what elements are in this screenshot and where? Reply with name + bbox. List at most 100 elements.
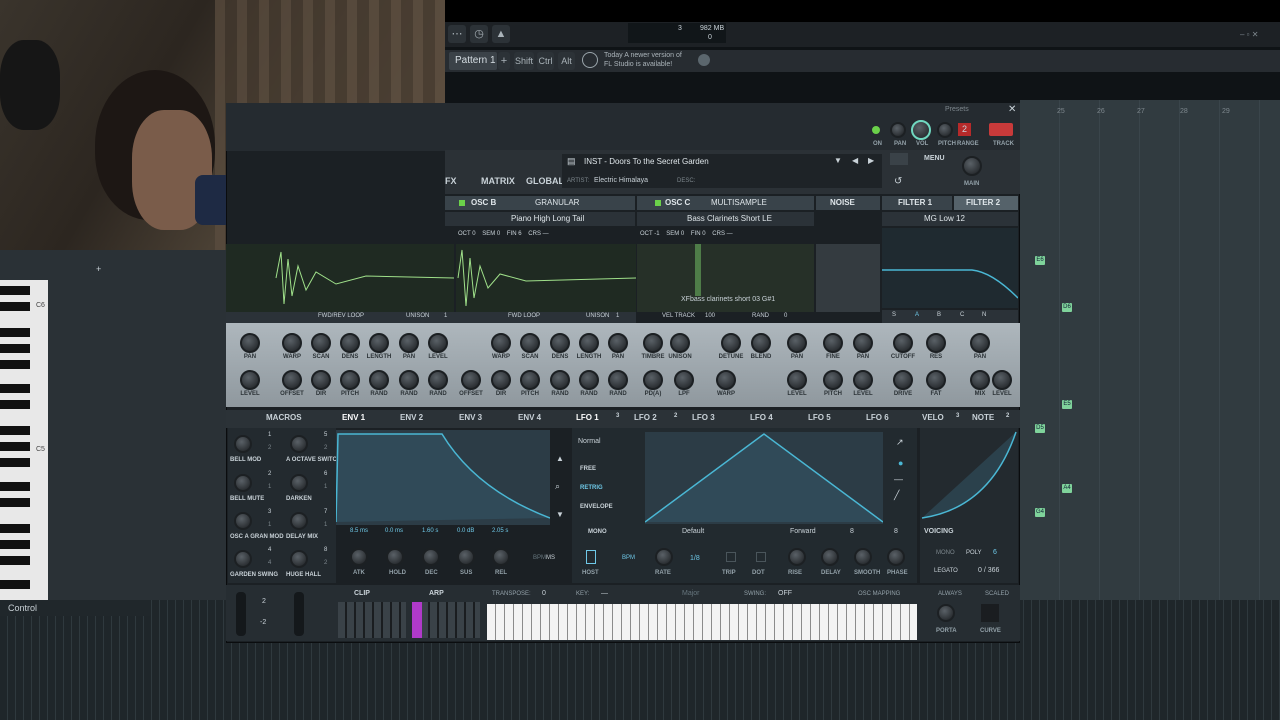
osc-a-waveform[interactable] — [226, 244, 455, 312]
knob-knobs_b2-1[interactable] — [282, 370, 302, 390]
osc-c-sem[interactable]: 0 — [681, 231, 684, 237]
lfo-line-icon[interactable]: — — [894, 474, 903, 484]
voicing-poly[interactable]: POLY — [966, 550, 982, 556]
osc-b-crs[interactable]: — — [543, 231, 549, 237]
snap-icon[interactable]: ⋯ — [448, 25, 466, 43]
macro-knob-1[interactable] — [234, 435, 252, 453]
playlist-note[interactable]: D6 — [1062, 303, 1072, 312]
lfo1-graph[interactable] — [644, 432, 884, 524]
macro-label[interactable]: BELL MUTE — [230, 496, 264, 502]
osc-mapping-label[interactable]: OSC MAPPING — [858, 591, 900, 597]
osc-c-loop[interactable]: FWD LOOP — [508, 313, 540, 319]
knob-knobs_noise2-0[interactable] — [823, 370, 843, 390]
tab-macros[interactable]: MACROS — [266, 413, 302, 422]
key-value[interactable]: — — [601, 590, 608, 597]
pattern-selector[interactable]: Pattern 1 — [449, 52, 497, 70]
knob-knobs_mid2-2[interactable] — [716, 370, 736, 390]
lfo-knob-4[interactable] — [788, 548, 806, 566]
scaled-label[interactable]: SCALED — [985, 591, 1009, 597]
env-knob-1[interactable] — [386, 548, 404, 566]
filter1-title[interactable]: FILTER 1 — [898, 196, 932, 210]
knob-knobs_noise-0[interactable] — [823, 333, 843, 353]
knob-knobs_c-0[interactable] — [491, 333, 511, 353]
tab-lfo2[interactable]: LFO 2 — [634, 413, 657, 422]
knob-knobs_mid2-3[interactable] — [787, 370, 807, 390]
lfo-retrig[interactable]: RETRIG — [580, 485, 603, 491]
macro-label[interactable]: DELAY MIX — [286, 534, 318, 540]
knob-knobs_c-3[interactable] — [579, 333, 599, 353]
close-icon[interactable]: ✕ — [1008, 104, 1016, 115]
preset-display[interactable]: ▤ INST - Doors To the Secret Garden ▼ ◀ … — [562, 154, 882, 188]
playlist-note[interactable]: E5 — [1062, 400, 1072, 409]
tab-lfo1[interactable]: LFO 1 — [576, 413, 599, 422]
lfo-knob-1[interactable] — [655, 548, 673, 566]
pitch-knob[interactable] — [937, 122, 953, 138]
osc-b-fin[interactable]: 6 — [518, 231, 521, 237]
tab-fx[interactable]: FX — [445, 176, 457, 186]
env-down-icon[interactable]: ▼ — [556, 510, 564, 519]
macro-knob-2[interactable] — [290, 435, 308, 453]
lfo-slope-icon[interactable]: ╱ — [894, 490, 899, 501]
knob-knobs_b-3[interactable] — [340, 333, 360, 353]
macro-label[interactable]: OSC A GRAN MOD — [230, 534, 284, 540]
osc-c-crs[interactable]: — — [727, 231, 733, 237]
osc-c-sample[interactable]: Bass Clarinets Short LE — [687, 212, 772, 226]
knob-knobs_c-2[interactable] — [550, 333, 570, 353]
osc-c-unison-val[interactable]: 1 — [616, 313, 619, 319]
filter-type-bar[interactable]: MG Low 12 — [882, 212, 1018, 226]
track-button[interactable] — [989, 123, 1013, 136]
knob-knobs_b-4[interactable] — [369, 333, 389, 353]
env-up-icon[interactable]: ▲ — [556, 454, 564, 463]
lfo-direction[interactable]: Forward — [790, 528, 816, 535]
noise-display[interactable] — [816, 244, 880, 312]
vol-knob[interactable] — [911, 120, 931, 140]
lfo-grid-1[interactable]: 8 — [850, 528, 854, 535]
knob-knobs_noise-1[interactable] — [853, 333, 873, 353]
env-ms-toggle[interactable]: MS — [546, 555, 555, 561]
filter-display[interactable] — [882, 228, 1019, 308]
env-knob-3[interactable] — [457, 548, 475, 566]
ctrl-key[interactable]: Ctrl — [537, 52, 554, 70]
presets-label[interactable]: Presets — [945, 106, 969, 113]
lfo-knob-7[interactable] — [887, 548, 905, 566]
knob-knobs_mid2-1[interactable] — [674, 370, 694, 390]
knob-knobs_filter2-0[interactable] — [893, 370, 913, 390]
main-volume-knob[interactable] — [962, 156, 982, 176]
lfo-point-icon[interactable]: ● — [898, 458, 903, 468]
tab-lfo6[interactable]: LFO 6 — [866, 413, 889, 422]
voicing-poly-value[interactable]: 6 — [993, 549, 997, 556]
pitch-bend-up[interactable]: 2 — [262, 598, 266, 605]
clip-pad[interactable] — [338, 602, 406, 638]
knob-knobs_b2-6[interactable] — [428, 370, 448, 390]
macro-label[interactable]: DARKEN — [286, 496, 312, 502]
knob-knobs_mid2-0[interactable] — [643, 370, 663, 390]
knob-knobs_c2-4[interactable] — [579, 370, 599, 390]
pitch-wheel[interactable] — [236, 592, 246, 636]
next-preset-icon[interactable]: ▶ — [868, 156, 874, 165]
update-icon[interactable] — [698, 54, 710, 66]
lfo-envelope[interactable]: ENVELOPE — [580, 504, 613, 510]
osc-b-pitch-row[interactable]: OCT 0 SEM 0 FIN 6 CRS — — [458, 231, 549, 237]
lfo-toggle-2[interactable] — [726, 552, 736, 562]
pitch-range[interactable]: 2 — [958, 123, 971, 136]
lfo-knob-6[interactable] — [854, 548, 872, 566]
filter-type[interactable]: MG Low 12 — [924, 212, 965, 226]
osc-b-waveform[interactable] — [456, 244, 637, 312]
swing-value[interactable]: OFF — [778, 590, 792, 597]
lfo-preset[interactable]: Default — [682, 528, 704, 535]
macro-label[interactable]: HUGE HALL — [286, 572, 321, 578]
arp-label[interactable]: ARP — [429, 590, 444, 597]
macro-knob-7[interactable] — [234, 550, 252, 568]
knob-knobs_mid-2[interactable] — [721, 333, 741, 353]
tab-env4[interactable]: ENV 4 — [518, 413, 541, 422]
metronome-icon[interactable]: ▲ — [492, 25, 510, 43]
pitch-bend-down[interactable]: -2 — [260, 619, 266, 626]
env1-graph[interactable] — [335, 430, 551, 525]
osc-b-sample-bar[interactable]: Piano High Long Tail — [445, 212, 635, 226]
porta-knob[interactable] — [937, 604, 955, 622]
env-zoom-icon[interactable]: ⌕ — [555, 481, 560, 492]
osc-c-unison[interactable]: UNISON — [586, 313, 609, 319]
osc-b-loop[interactable]: FWD/REV LOOP — [318, 313, 364, 319]
prev-preset-icon[interactable]: ◀ — [852, 156, 858, 165]
knob-knobs_filter2-1[interactable] — [926, 370, 946, 390]
